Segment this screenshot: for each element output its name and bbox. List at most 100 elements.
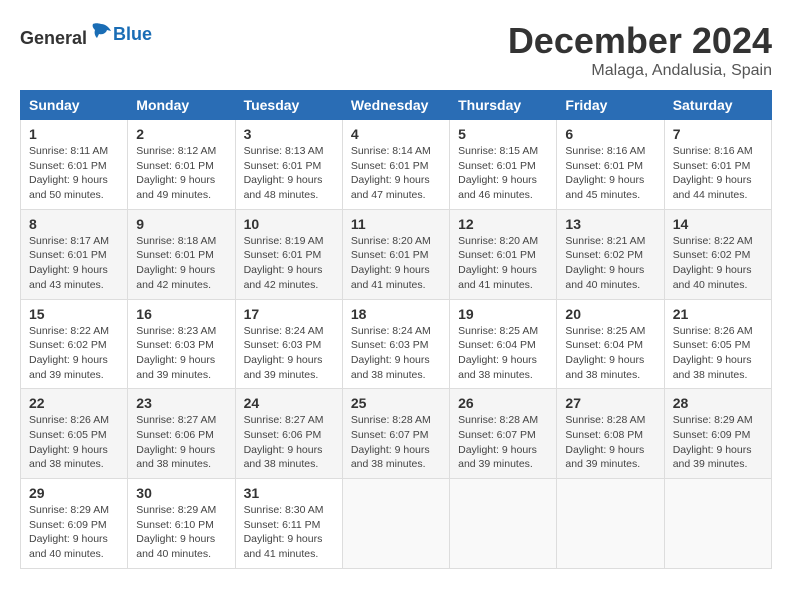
day-info: Sunrise: 8:28 AMSunset: 6:07 PMDaylight:…	[351, 413, 441, 472]
calendar-cell: 31 Sunrise: 8:30 AMSunset: 6:11 PMDayligh…	[235, 479, 342, 569]
day-info: Sunrise: 8:22 AMSunset: 6:02 PMDaylight:…	[673, 234, 763, 293]
calendar-cell: 5 Sunrise: 8:15 AMSunset: 6:01 PMDaylight…	[450, 120, 557, 210]
day-of-week-header: Saturday	[664, 91, 771, 120]
day-info: Sunrise: 8:15 AMSunset: 6:01 PMDaylight:…	[458, 144, 548, 203]
day-number: 6	[565, 126, 655, 142]
day-number: 22	[29, 395, 119, 411]
day-info: Sunrise: 8:27 AMSunset: 6:06 PMDaylight:…	[136, 413, 226, 472]
day-number: 20	[565, 306, 655, 322]
day-info: Sunrise: 8:13 AMSunset: 6:01 PMDaylight:…	[244, 144, 334, 203]
day-number: 13	[565, 216, 655, 232]
calendar-cell: 13 Sunrise: 8:21 AMSunset: 6:02 PMDayligh…	[557, 209, 664, 299]
calendar-cell: 11 Sunrise: 8:20 AMSunset: 6:01 PMDayligh…	[342, 209, 449, 299]
calendar-cell: 17 Sunrise: 8:24 AMSunset: 6:03 PMDayligh…	[235, 299, 342, 389]
day-info: Sunrise: 8:16 AMSunset: 6:01 PMDaylight:…	[673, 144, 763, 203]
calendar-cell: 18 Sunrise: 8:24 AMSunset: 6:03 PMDayligh…	[342, 299, 449, 389]
calendar-cell: 20 Sunrise: 8:25 AMSunset: 6:04 PMDayligh…	[557, 299, 664, 389]
calendar-cell: 21 Sunrise: 8:26 AMSunset: 6:05 PMDayligh…	[664, 299, 771, 389]
day-number: 16	[136, 306, 226, 322]
calendar-cell: 16 Sunrise: 8:23 AMSunset: 6:03 PMDayligh…	[128, 299, 235, 389]
day-info: Sunrise: 8:29 AMSunset: 6:09 PMDaylight:…	[29, 503, 119, 562]
day-info: Sunrise: 8:29 AMSunset: 6:09 PMDaylight:…	[673, 413, 763, 472]
day-number: 5	[458, 126, 548, 142]
calendar-cell: 3 Sunrise: 8:13 AMSunset: 6:01 PMDaylight…	[235, 120, 342, 210]
day-number: 10	[244, 216, 334, 232]
day-number: 15	[29, 306, 119, 322]
day-info: Sunrise: 8:30 AMSunset: 6:11 PMDaylight:…	[244, 503, 334, 562]
day-info: Sunrise: 8:25 AMSunset: 6:04 PMDaylight:…	[565, 324, 655, 383]
location-title: Malaga, Andalusia, Spain	[508, 62, 772, 80]
day-of-week-header: Wednesday	[342, 91, 449, 120]
day-info: Sunrise: 8:23 AMSunset: 6:03 PMDaylight:…	[136, 324, 226, 383]
calendar-week-row: 15 Sunrise: 8:22 AMSunset: 6:02 PMDayligh…	[21, 299, 772, 389]
day-info: Sunrise: 8:12 AMSunset: 6:01 PMDaylight:…	[136, 144, 226, 203]
day-of-week-header: Monday	[128, 91, 235, 120]
day-number: 1	[29, 126, 119, 142]
logo: General Blue	[20, 20, 152, 49]
day-info: Sunrise: 8:14 AMSunset: 6:01 PMDaylight:…	[351, 144, 441, 203]
day-number: 24	[244, 395, 334, 411]
day-number: 21	[673, 306, 763, 322]
day-info: Sunrise: 8:28 AMSunset: 6:08 PMDaylight:…	[565, 413, 655, 472]
calendar-cell: 9Sunrise: 8:18 AMSunset: 6:01 PMDaylight…	[128, 209, 235, 299]
day-number: 11	[351, 216, 441, 232]
day-info: Sunrise: 8:26 AMSunset: 6:05 PMDaylight:…	[29, 413, 119, 472]
calendar-cell: 19Sunrise: 8:25 AMSunset: 6:04 PMDayligh…	[450, 299, 557, 389]
calendar-cell: 2 Sunrise: 8:12 AMSunset: 6:01 PMDaylight…	[128, 120, 235, 210]
calendar-cell: 22 Sunrise: 8:26 AMSunset: 6:05 PMDayligh…	[21, 389, 128, 479]
day-number: 12	[458, 216, 548, 232]
day-info: Sunrise: 8:21 AMSunset: 6:02 PMDaylight:…	[565, 234, 655, 293]
calendar-cell: 12Sunrise: 8:20 AMSunset: 6:01 PMDayligh…	[450, 209, 557, 299]
day-of-week-header: Friday	[557, 91, 664, 120]
title-area: December 2024 Malaga, Andalusia, Spain	[508, 20, 772, 80]
day-number: 2	[136, 126, 226, 142]
day-number: 7	[673, 126, 763, 142]
header: General Blue December 2024 Malaga, Andal…	[20, 20, 772, 80]
calendar-cell	[664, 479, 771, 569]
logo-bird-icon	[89, 20, 113, 44]
calendar-cell: 1 Sunrise: 8:11 AMSunset: 6:01 PMDaylight…	[21, 120, 128, 210]
calendar-week-row: 1 Sunrise: 8:11 AMSunset: 6:01 PMDaylight…	[21, 120, 772, 210]
logo-text-general: General	[20, 28, 87, 48]
day-info: Sunrise: 8:11 AMSunset: 6:01 PMDaylight:…	[29, 144, 119, 203]
day-number: 31	[244, 485, 334, 501]
logo-text-blue: Blue	[113, 24, 152, 45]
day-info: Sunrise: 8:26 AMSunset: 6:05 PMDaylight:…	[673, 324, 763, 383]
day-number: 25	[351, 395, 441, 411]
calendar: SundayMondayTuesdayWednesdayThursdayFrid…	[20, 90, 772, 569]
month-title: December 2024	[508, 20, 772, 62]
calendar-cell	[342, 479, 449, 569]
calendar-cell: 8 Sunrise: 8:17 AMSunset: 6:01 PMDaylight…	[21, 209, 128, 299]
day-info: Sunrise: 8:20 AMSunset: 6:01 PMDaylight:…	[351, 234, 441, 293]
day-number: 14	[673, 216, 763, 232]
calendar-cell: 4 Sunrise: 8:14 AMSunset: 6:01 PMDaylight…	[342, 120, 449, 210]
day-info: Sunrise: 8:28 AMSunset: 6:07 PMDaylight:…	[458, 413, 548, 472]
day-info: Sunrise: 8:25 AMSunset: 6:04 PMDaylight:…	[458, 324, 548, 383]
day-info: Sunrise: 8:22 AMSunset: 6:02 PMDaylight:…	[29, 324, 119, 383]
day-number: 28	[673, 395, 763, 411]
day-info: Sunrise: 8:27 AMSunset: 6:06 PMDaylight:…	[244, 413, 334, 472]
day-number: 18	[351, 306, 441, 322]
day-number: 23	[136, 395, 226, 411]
calendar-cell: 27 Sunrise: 8:28 AMSunset: 6:08 PMDayligh…	[557, 389, 664, 479]
calendar-week-row: 22 Sunrise: 8:26 AMSunset: 6:05 PMDayligh…	[21, 389, 772, 479]
day-info: Sunrise: 8:24 AMSunset: 6:03 PMDaylight:…	[244, 324, 334, 383]
day-of-week-header: Thursday	[450, 91, 557, 120]
day-of-week-header: Tuesday	[235, 91, 342, 120]
calendar-cell: 7 Sunrise: 8:16 AMSunset: 6:01 PMDaylight…	[664, 120, 771, 210]
calendar-week-row: 8 Sunrise: 8:17 AMSunset: 6:01 PMDaylight…	[21, 209, 772, 299]
calendar-cell: 25 Sunrise: 8:28 AMSunset: 6:07 PMDayligh…	[342, 389, 449, 479]
day-info: Sunrise: 8:24 AMSunset: 6:03 PMDaylight:…	[351, 324, 441, 383]
calendar-cell: 26Sunrise: 8:28 AMSunset: 6:07 PMDayligh…	[450, 389, 557, 479]
day-number: 4	[351, 126, 441, 142]
day-info: Sunrise: 8:16 AMSunset: 6:01 PMDaylight:…	[565, 144, 655, 203]
day-number: 8	[29, 216, 119, 232]
calendar-week-row: 29Sunrise: 8:29 AMSunset: 6:09 PMDayligh…	[21, 479, 772, 569]
day-number: 27	[565, 395, 655, 411]
day-of-week-header: Sunday	[21, 91, 128, 120]
day-info: Sunrise: 8:17 AMSunset: 6:01 PMDaylight:…	[29, 234, 119, 293]
calendar-cell	[450, 479, 557, 569]
day-number: 3	[244, 126, 334, 142]
day-number: 17	[244, 306, 334, 322]
calendar-cell: 30Sunrise: 8:29 AMSunset: 6:10 PMDayligh…	[128, 479, 235, 569]
